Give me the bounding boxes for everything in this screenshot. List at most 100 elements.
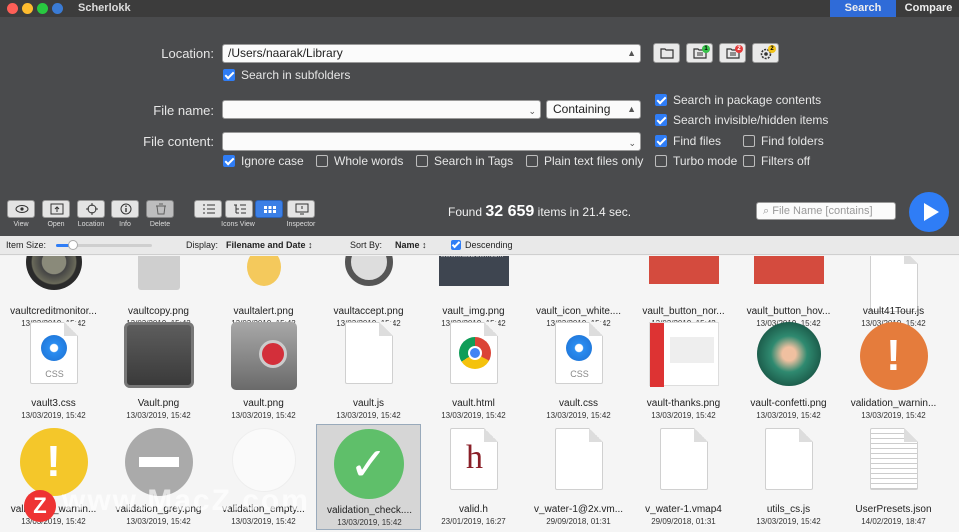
sort-label: Sort By:	[350, 240, 383, 250]
ignore-case-checkbox[interactable]: Ignore case	[223, 154, 304, 168]
file-item[interactable]: utils_cs.js 13/03/2019, 15:42	[736, 424, 841, 530]
file-item[interactable]: vault-confetti.png 13/03/2019, 15:42	[736, 318, 841, 424]
delete-button[interactable]	[146, 200, 174, 218]
turbo-mode-checkbox[interactable]: Turbo mode	[655, 154, 737, 168]
file-name: UserPresets.json	[855, 504, 932, 515]
file-item[interactable]: vault-thanks.png 13/03/2019, 15:42	[631, 318, 736, 424]
location-popup[interactable]: /Users/naarak/Library ▲︎	[222, 44, 641, 63]
file-item[interactable]: ✓ validation_check.... 13/03/2019, 15:42	[316, 424, 421, 530]
display-select[interactable]: Filename and Date ↕	[226, 240, 313, 250]
red-rect-icon	[648, 256, 719, 284]
file-date: 13/03/2019, 15:42	[546, 411, 611, 420]
filename-filter-input[interactable]: ⌕ File Name [contains]	[756, 202, 896, 220]
descending-checkbox[interactable]: Descending	[451, 240, 513, 250]
settings-button[interactable]: 2	[752, 43, 779, 63]
tree-list-icon	[234, 204, 246, 214]
file-item[interactable]: vault.html 13/03/2019, 15:42	[421, 318, 526, 424]
icons-view-label: Icons View	[221, 221, 255, 228]
safe-dark-icon	[123, 322, 194, 388]
location-button[interactable]	[77, 200, 105, 218]
plain-text-only-checkbox[interactable]: Plain text files only	[526, 154, 643, 168]
webpage-icon	[648, 322, 719, 387]
file-date: 23/01/2019, 16:27	[441, 517, 506, 526]
start-search-button[interactable]	[909, 192, 949, 232]
invisible-items-checkbox[interactable]: Search invisible/hidden items	[655, 113, 828, 127]
file-date: 13/03/2019, 15:42	[231, 517, 296, 526]
file-item[interactable]: vault.js 13/03/2019, 15:42	[316, 318, 421, 424]
file-name: vault_icon_white....	[535, 306, 622, 317]
package-contents-label: Search in package contents	[673, 93, 822, 107]
file-date: 13/03/2019, 15:42	[441, 411, 506, 420]
search-icon: ⌕	[763, 205, 770, 217]
file-date: 13/03/2019, 15:42	[126, 411, 191, 420]
file-item[interactable]: vault.png 13/03/2019, 15:42	[211, 318, 316, 424]
file-item[interactable]: UserPresets.json 14/02/2019, 18:47	[841, 424, 946, 530]
view-button[interactable]	[7, 200, 35, 218]
zoom-window-button[interactable]	[37, 3, 48, 14]
file-item[interactable]: Vault.png 13/03/2019, 15:42	[106, 318, 211, 424]
view-label: View	[13, 221, 29, 228]
close-window-button[interactable]	[7, 3, 18, 14]
file-date: 13/03/2019, 15:42	[21, 517, 86, 526]
display-value: Filename and Date	[226, 240, 306, 250]
sort-select[interactable]: Name ↕	[395, 240, 427, 250]
file-name: v_water-1.vmap4	[645, 504, 722, 515]
file-content-input[interactable]: ⌄	[222, 132, 641, 151]
file-name: Vault.png	[137, 398, 180, 409]
tree-view-button[interactable]	[225, 200, 253, 218]
title-bar: Scherlokk Search Compare	[0, 0, 959, 17]
empty-icon	[231, 428, 296, 492]
file-item[interactable]: CSS vault.css 13/03/2019, 15:42	[526, 318, 631, 424]
play-icon	[924, 203, 939, 221]
file-date: 13/03/2019, 15:42	[126, 517, 191, 526]
match-mode-select[interactable]: Containing ▲︎	[546, 100, 641, 119]
item-size-slider[interactable]	[56, 240, 152, 250]
icons-view-button[interactable]	[255, 200, 283, 218]
slider-knob[interactable]	[68, 240, 79, 250]
folder-list-1-button[interactable]: 1	[686, 43, 713, 63]
file-item[interactable]: v_water-1.vmap4 29/09/2018, 01:31	[631, 424, 736, 530]
file-name: vault41Tour.js	[862, 306, 925, 317]
file-item[interactable]: ! validation_warnin... 13/03/2019, 15:42	[841, 318, 946, 424]
file-name: vault-thanks.png	[646, 398, 721, 409]
file-item[interactable]: CSS vault3.css 13/03/2019, 15:42	[1, 318, 106, 424]
invisible-items-label: Search invisible/hidden items	[673, 113, 829, 127]
search-subfolders-checkbox[interactable]: Search in subfolders	[223, 68, 350, 82]
find-files-checkbox[interactable]: Find files	[655, 134, 721, 148]
package-contents-checkbox[interactable]: Search in package contents	[655, 93, 821, 107]
ignore-case-label: Ignore case	[241, 154, 304, 168]
folder-button[interactable]	[653, 43, 680, 63]
search-subfolders-label: Search in subfolders	[241, 68, 351, 82]
open-label: Open	[47, 221, 65, 228]
whole-words-checkbox[interactable]: Whole words	[316, 154, 403, 168]
results-summary: Found 32 659 items in 21.4 sec.	[448, 203, 631, 221]
open-button[interactable]	[42, 200, 70, 218]
filters-off-checkbox[interactable]: Filters off	[743, 154, 810, 168]
badge-1: 1	[702, 45, 710, 53]
search-in-tags-checkbox[interactable]: Search in Tags	[416, 154, 513, 168]
info-button[interactable]	[111, 200, 139, 218]
inspector-icon	[295, 203, 309, 215]
window-extra-button[interactable]	[52, 3, 63, 14]
file-date: 13/03/2019, 15:42	[861, 411, 926, 420]
file-date: 13/03/2019, 15:42	[337, 518, 402, 527]
minimize-window-button[interactable]	[22, 3, 33, 14]
display-label: Display:	[186, 240, 219, 250]
list-view-button[interactable]	[194, 200, 222, 218]
tab-search[interactable]: Search	[830, 0, 896, 17]
watermark-text: www.MacZ.com	[62, 484, 310, 517]
folder-list-2-button[interactable]: 2	[719, 43, 746, 63]
sort-value: Name	[395, 240, 420, 250]
file-item[interactable]: v_water-1@2x.vm... 29/09/2018, 01:31	[526, 424, 631, 530]
doc-icon	[554, 428, 603, 490]
file-name: vault.css	[559, 398, 598, 409]
find-folders-checkbox[interactable]: Find folders	[743, 134, 824, 148]
file-name: vaultcopy.png	[128, 306, 189, 317]
list-icon	[203, 204, 215, 214]
location-value: /Users/naarak/Library	[228, 46, 343, 60]
tab-compare[interactable]: Compare	[898, 0, 959, 17]
file-name-input[interactable]: ⌄	[222, 100, 541, 119]
inspector-button[interactable]	[287, 200, 315, 218]
doc-icon	[764, 428, 813, 490]
file-item[interactable]: h valid.h 23/01/2019, 16:27	[421, 424, 526, 530]
